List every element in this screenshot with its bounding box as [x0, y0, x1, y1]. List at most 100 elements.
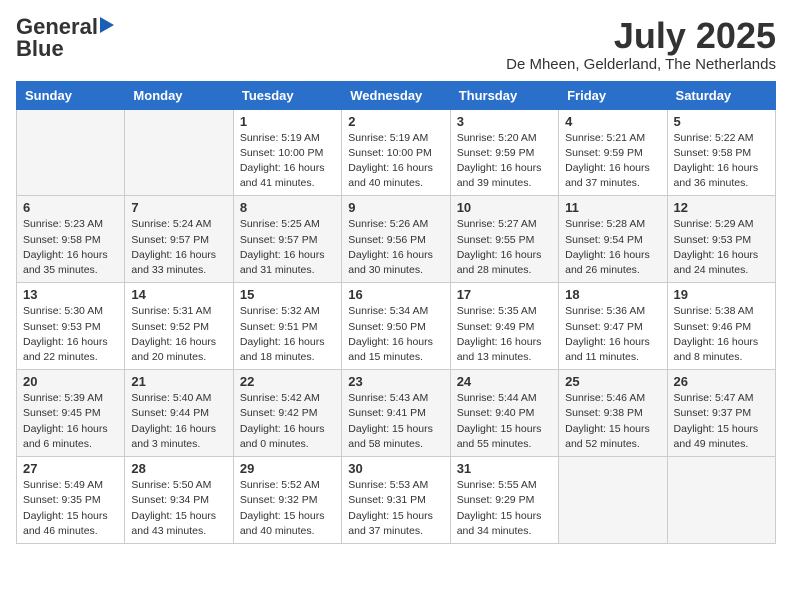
month-title: July 2025 — [506, 16, 776, 56]
calendar-cell: 3Sunrise: 5:20 AM Sunset: 9:59 PM Daylig… — [450, 109, 558, 196]
calendar-cell: 11 Sunrise: 5:28 AM Sunset: 9:54 PM Dayli… — [559, 196, 667, 283]
day-info: Sunrise: 5:26 AM Sunset: 9:56 PM Dayligh… — [348, 217, 443, 278]
col-header-wednesday: Wednesday — [342, 81, 450, 109]
calendar-cell: 28Sunrise: 5:50 AM Sunset: 9:34 PM Dayli… — [125, 457, 233, 544]
calendar-cell: 14 Sunrise: 5:31 AM Sunset: 9:52 PM Dayli… — [125, 283, 233, 370]
calendar-week-5: 27 Sunrise: 5:49 AM Sunset: 9:35 PM Dayli… — [17, 457, 776, 544]
day-number: 31 — [457, 461, 552, 476]
day-number: 23 — [348, 374, 443, 389]
day-info: Sunrise: 5:52 AM Sunset: 9:32 PM Dayligh… — [240, 478, 335, 539]
day-info: Sunrise: 5:43 AM Sunset: 9:41 PM Dayligh… — [348, 391, 443, 452]
day-info: Sunrise: 5:35 AM Sunset: 9:49 PM Dayligh… — [457, 304, 552, 365]
calendar-cell — [17, 109, 125, 196]
calendar-cell — [559, 457, 667, 544]
day-info: Sunrise: 5:50 AM Sunset: 9:34 PM Dayligh… — [131, 478, 226, 539]
day-number: 1 — [240, 114, 335, 129]
calendar-cell: 12Sunrise: 5:29 AM Sunset: 9:53 PM Dayli… — [667, 196, 775, 283]
day-number: 14 — [131, 287, 226, 302]
day-info: Sunrise: 5:55 AM Sunset: 9:29 PM Dayligh… — [457, 478, 552, 539]
calendar-cell — [125, 109, 233, 196]
logo: General Blue — [16, 16, 114, 60]
day-number: 19 — [674, 287, 769, 302]
calendar-cell: 19 Sunrise: 5:38 AM Sunset: 9:46 PM Dayli… — [667, 283, 775, 370]
calendar-cell: 21Sunrise: 5:40 AM Sunset: 9:44 PM Dayli… — [125, 370, 233, 457]
calendar-cell: 18Sunrise: 5:36 AM Sunset: 9:47 PM Dayli… — [559, 283, 667, 370]
calendar-cell: 2 Sunrise: 5:19 AM Sunset: 10:00 PM Dayli… — [342, 109, 450, 196]
calendar-cell: 17 Sunrise: 5:35 AM Sunset: 9:49 PM Dayli… — [450, 283, 558, 370]
page-header: General Blue July 2025 De Mheen, Gelderl… — [16, 16, 776, 73]
day-number: 29 — [240, 461, 335, 476]
day-number: 5 — [674, 114, 769, 129]
day-info: Sunrise: 5:22 AM Sunset: 9:58 PM Dayligh… — [674, 131, 769, 192]
day-info: Sunrise: 5:34 AM Sunset: 9:50 PM Dayligh… — [348, 304, 443, 365]
calendar-cell — [667, 457, 775, 544]
calendar-cell: 24 Sunrise: 5:44 AM Sunset: 9:40 PM Dayli… — [450, 370, 558, 457]
calendar-cell: 6 Sunrise: 5:23 AM Sunset: 9:58 PM Daylig… — [17, 196, 125, 283]
day-info: Sunrise: 5:49 AM Sunset: 9:35 PM Dayligh… — [23, 478, 118, 539]
day-info: Sunrise: 5:29 AM Sunset: 9:53 PM Dayligh… — [674, 217, 769, 278]
col-header-sunday: Sunday — [17, 81, 125, 109]
day-info: Sunrise: 5:39 AM Sunset: 9:45 PM Dayligh… — [23, 391, 118, 452]
calendar-cell: 8 Sunrise: 5:25 AM Sunset: 9:57 PM Daylig… — [233, 196, 341, 283]
col-header-monday: Monday — [125, 81, 233, 109]
calendar-cell: 1 Sunrise: 5:19 AM Sunset: 10:00 PM Dayli… — [233, 109, 341, 196]
col-header-friday: Friday — [559, 81, 667, 109]
day-number: 2 — [348, 114, 443, 129]
calendar-cell: 23 Sunrise: 5:43 AM Sunset: 9:41 PM Dayli… — [342, 370, 450, 457]
day-info: Sunrise: 5:30 AM Sunset: 9:53 PM Dayligh… — [23, 304, 118, 365]
col-header-saturday: Saturday — [667, 81, 775, 109]
day-number: 16 — [348, 287, 443, 302]
calendar-cell: 5 Sunrise: 5:22 AM Sunset: 9:58 PM Daylig… — [667, 109, 775, 196]
calendar-cell: 20Sunrise: 5:39 AM Sunset: 9:45 PM Dayli… — [17, 370, 125, 457]
calendar-cell: 29 Sunrise: 5:52 AM Sunset: 9:32 PM Dayli… — [233, 457, 341, 544]
day-info: Sunrise: 5:19 AM Sunset: 10:00 PM Daylig… — [348, 131, 443, 192]
day-number: 6 — [23, 200, 118, 215]
calendar-cell: 7Sunrise: 5:24 AM Sunset: 9:57 PM Daylig… — [125, 196, 233, 283]
day-info: Sunrise: 5:21 AM Sunset: 9:59 PM Dayligh… — [565, 131, 660, 192]
day-number: 8 — [240, 200, 335, 215]
calendar-week-4: 20Sunrise: 5:39 AM Sunset: 9:45 PM Dayli… — [17, 370, 776, 457]
location-subtitle: De Mheen, Gelderland, The Netherlands — [506, 56, 776, 73]
day-number: 11 — [565, 200, 660, 215]
day-info: Sunrise: 5:36 AM Sunset: 9:47 PM Dayligh… — [565, 304, 660, 365]
title-section: July 2025 De Mheen, Gelderland, The Neth… — [506, 16, 776, 73]
day-number: 22 — [240, 374, 335, 389]
calendar-cell: 25Sunrise: 5:46 AM Sunset: 9:38 PM Dayli… — [559, 370, 667, 457]
day-info: Sunrise: 5:28 AM Sunset: 9:54 PM Dayligh… — [565, 217, 660, 278]
day-info: Sunrise: 5:25 AM Sunset: 9:57 PM Dayligh… — [240, 217, 335, 278]
calendar-cell: 31 Sunrise: 5:55 AM Sunset: 9:29 PM Dayli… — [450, 457, 558, 544]
day-info: Sunrise: 5:42 AM Sunset: 9:42 PM Dayligh… — [240, 391, 335, 452]
day-number: 10 — [457, 200, 552, 215]
day-info: Sunrise: 5:23 AM Sunset: 9:58 PM Dayligh… — [23, 217, 118, 278]
calendar-week-3: 13Sunrise: 5:30 AM Sunset: 9:53 PM Dayli… — [17, 283, 776, 370]
day-info: Sunrise: 5:31 AM Sunset: 9:52 PM Dayligh… — [131, 304, 226, 365]
day-info: Sunrise: 5:24 AM Sunset: 9:57 PM Dayligh… — [131, 217, 226, 278]
logo-blue: Blue — [16, 38, 64, 60]
day-number: 9 — [348, 200, 443, 215]
day-number: 17 — [457, 287, 552, 302]
calendar-header-row: SundayMondayTuesdayWednesdayThursdayFrid… — [17, 81, 776, 109]
day-number: 30 — [348, 461, 443, 476]
day-info: Sunrise: 5:27 AM Sunset: 9:55 PM Dayligh… — [457, 217, 552, 278]
day-info: Sunrise: 5:38 AM Sunset: 9:46 PM Dayligh… — [674, 304, 769, 365]
day-number: 21 — [131, 374, 226, 389]
logo-text: General — [16, 16, 98, 38]
calendar-cell: 27 Sunrise: 5:49 AM Sunset: 9:35 PM Dayli… — [17, 457, 125, 544]
calendar-week-2: 6 Sunrise: 5:23 AM Sunset: 9:58 PM Daylig… — [17, 196, 776, 283]
day-number: 24 — [457, 374, 552, 389]
day-info: Sunrise: 5:44 AM Sunset: 9:40 PM Dayligh… — [457, 391, 552, 452]
day-number: 27 — [23, 461, 118, 476]
day-number: 3 — [457, 114, 552, 129]
day-number: 4 — [565, 114, 660, 129]
calendar-cell: 30Sunrise: 5:53 AM Sunset: 9:31 PM Dayli… — [342, 457, 450, 544]
day-number: 26 — [674, 374, 769, 389]
calendar-cell: 22 Sunrise: 5:42 AM Sunset: 9:42 PM Dayli… — [233, 370, 341, 457]
col-header-tuesday: Tuesday — [233, 81, 341, 109]
calendar-cell: 4 Sunrise: 5:21 AM Sunset: 9:59 PM Daylig… — [559, 109, 667, 196]
calendar-table: SundayMondayTuesdayWednesdayThursdayFrid… — [16, 81, 776, 544]
day-info: Sunrise: 5:19 AM Sunset: 10:00 PM Daylig… — [240, 131, 335, 192]
calendar-cell: 10 Sunrise: 5:27 AM Sunset: 9:55 PM Dayli… — [450, 196, 558, 283]
calendar-cell: 15Sunrise: 5:32 AM Sunset: 9:51 PM Dayli… — [233, 283, 341, 370]
logo-arrow-icon — [100, 17, 114, 33]
day-info: Sunrise: 5:46 AM Sunset: 9:38 PM Dayligh… — [565, 391, 660, 452]
